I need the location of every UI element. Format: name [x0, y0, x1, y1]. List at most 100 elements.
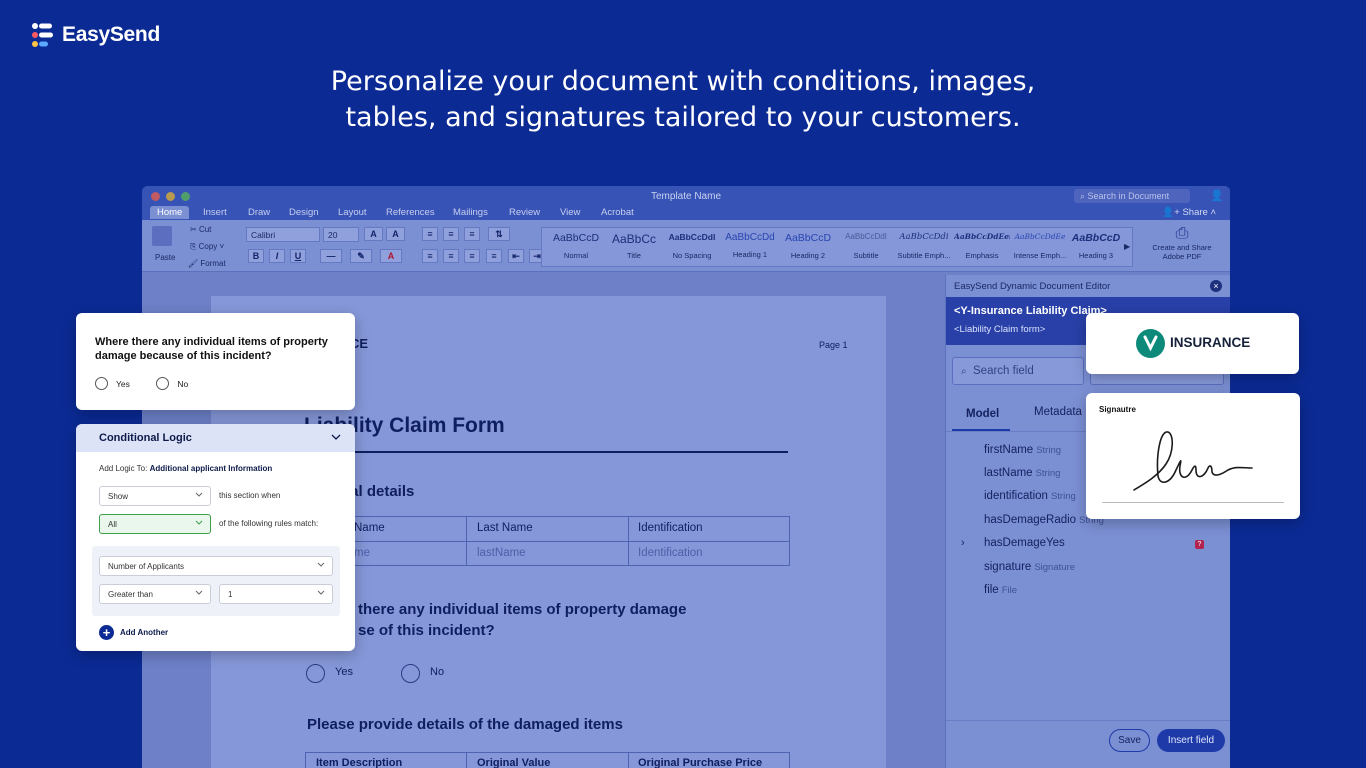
create-pdf-button[interactable]: ⎙ Create and Share Adobe PDF — [1147, 225, 1217, 261]
save-button[interactable]: Save — [1109, 729, 1150, 752]
tab-review[interactable]: Review — [509, 207, 540, 218]
table-cell-last-name[interactable]: lastName — [477, 547, 526, 559]
copy-label: Copy — [198, 242, 218, 251]
font-size-select[interactable]: 20 — [323, 227, 359, 242]
underline-button[interactable]: U — [290, 249, 306, 263]
doc-radio-yes-label: Yes — [335, 666, 353, 678]
radio-no[interactable]: No — [156, 377, 188, 390]
match-select[interactable]: All — [99, 514, 211, 534]
clipboard-icon[interactable] — [152, 226, 172, 246]
justify-button[interactable]: ≡ — [486, 249, 502, 263]
indent-decrease-button[interactable]: ⇤ — [508, 249, 524, 263]
style-heading-1[interactable]: AaBbCcDd Heading 1 — [722, 232, 778, 259]
style-name: Subtitle — [853, 251, 879, 260]
field-file[interactable]: file File — [984, 584, 1017, 596]
search-field-input[interactable]: ⌕ Search field — [952, 357, 1084, 385]
style-subtitle[interactable]: AaBbCcDdI Subtitle — [838, 232, 894, 260]
font-family-select[interactable]: Calibri — [246, 227, 320, 242]
font-color-button[interactable]: A — [380, 249, 402, 263]
align-center-button[interactable]: ≡ — [443, 249, 459, 263]
document-search-placeholder: Search in Document — [1087, 191, 1170, 201]
tab-mailings[interactable]: Mailings — [453, 207, 488, 218]
style-name: Title — [627, 251, 641, 260]
rule-operator-select[interactable]: Greater than — [99, 584, 211, 604]
tab-design[interactable]: Design — [289, 207, 319, 218]
field-identification[interactable]: identification String — [984, 490, 1076, 502]
radio-no-circle[interactable] — [156, 377, 170, 390]
close-icon[interactable]: × — [1210, 280, 1222, 292]
field-last-name[interactable]: lastName String — [984, 467, 1060, 479]
style-title[interactable]: AaBbCc Title — [606, 232, 662, 260]
chevron-right-icon[interactable]: › — [961, 537, 965, 549]
tab-home[interactable]: Home — [150, 206, 190, 219]
style-no-spacing[interactable]: AaBbCcDdI No Spacing — [664, 232, 720, 260]
tab-references[interactable]: References — [386, 207, 435, 218]
numbering-button[interactable]: ≡ — [443, 227, 459, 241]
field-has-demage-yes[interactable]: hasDemageYes — [984, 537, 1065, 549]
rule-field-select[interactable]: Number of Applicants — [99, 556, 333, 576]
copy-button[interactable]: ⎘ Copy ˅ — [190, 242, 224, 252]
add-another-button[interactable]: + Add Another — [99, 625, 168, 640]
table-header-name: Name — [354, 522, 385, 534]
field-name: lastName — [984, 467, 1033, 479]
radio-no-label: No — [177, 378, 189, 389]
style-name: Intense Emph... — [1013, 251, 1067, 260]
tab-draw[interactable]: Draw — [248, 207, 270, 218]
easysend-logo-icon — [32, 23, 53, 47]
style-heading-3[interactable]: AaBbCcD Heading 3 — [1068, 232, 1124, 260]
format-label: Format — [200, 259, 226, 268]
conditional-logic-card: Conditional Logic Add Logic To: Addition… — [76, 424, 355, 651]
tab-insert[interactable]: Insert — [203, 207, 227, 218]
bold-button[interactable]: B — [248, 249, 264, 263]
field-signature[interactable]: signature Signature — [984, 561, 1075, 573]
style-emphasis[interactable]: AaBbCcDdEei Emphasis — [954, 232, 1010, 260]
bullets-button[interactable]: ≡ — [422, 227, 438, 241]
multilevel-button[interactable]: ≡ — [464, 227, 480, 241]
rule-value-select[interactable]: 1 — [219, 584, 333, 604]
document-search-input[interactable]: ⌕ Search in Document — [1074, 189, 1190, 203]
tab-view[interactable]: View — [560, 207, 580, 218]
style-sample: AaBbCcD — [1071, 232, 1121, 244]
styles-more-icon[interactable]: ▶ — [1124, 242, 1130, 251]
damaged-items-table: Item Description Original Value Original… — [305, 752, 790, 768]
table-cell-identification[interactable]: Identification — [638, 547, 703, 559]
cut-button[interactable]: ✂ Cut — [190, 225, 211, 234]
radio-yes[interactable]: Yes — [95, 377, 130, 390]
tab-layout[interactable]: Layout — [338, 207, 367, 218]
style-intense-emphasis[interactable]: AaBbCcDdEe Intense Emph... — [1012, 232, 1068, 260]
ribbon-home: Paste ✂ Cut ⎘ Copy ˅ 🖌 Format Calibri 20… — [142, 220, 1230, 272]
tab-metadata[interactable]: Metadata — [1034, 406, 1082, 418]
style-subtitle-emphasis[interactable]: AaBbCcDdi Subtitle Emph... — [896, 232, 952, 260]
chevron-down-icon[interactable] — [331, 432, 341, 442]
shrink-font-button[interactable]: A — [386, 227, 405, 241]
format-painter-button[interactable]: 🖌 Format — [188, 259, 226, 268]
align-left-button[interactable]: ≡ — [422, 249, 438, 263]
user-icon[interactable]: 👤 — [1210, 189, 1224, 203]
table-cell-name[interactable]: me — [354, 547, 370, 559]
conditional-logic-header[interactable]: Conditional Logic — [76, 424, 355, 452]
align-right-button[interactable]: ≡ — [464, 249, 480, 263]
doc-radio-no[interactable] — [401, 664, 420, 683]
insert-field-button[interactable]: Insert field — [1157, 729, 1225, 752]
action-select[interactable]: Show — [99, 486, 211, 506]
paste-button[interactable]: Paste — [155, 253, 175, 262]
action-select-value: Show — [108, 492, 129, 501]
style-heading-2[interactable]: AaBbCcD Heading 2 — [780, 232, 836, 260]
signature-drawing[interactable] — [1130, 426, 1258, 496]
tab-model[interactable]: Model — [966, 408, 999, 420]
style-normal[interactable]: AaBbCcD Normal — [548, 232, 604, 260]
radio-yes-circle[interactable] — [95, 377, 108, 390]
highlight-button[interactable]: ✎ — [350, 249, 372, 263]
headline-line-1: Personalize your document with condition… — [330, 66, 1036, 97]
share-button[interactable]: 👤+ Share ˄ — [1162, 207, 1216, 218]
sort-button[interactable]: ⇅ — [488, 227, 510, 241]
tab-acrobat[interactable]: Acrobat — [601, 207, 634, 218]
border-button[interactable]: — — [320, 249, 342, 263]
doc-radio-yes[interactable] — [306, 664, 325, 683]
grow-font-button[interactable]: A — [364, 227, 383, 241]
italic-button[interactable]: I — [269, 249, 285, 263]
field-name: signature — [984, 561, 1032, 573]
ribbon-tabs: Home Insert Draw Design Layout Reference… — [142, 206, 1230, 220]
field-first-name[interactable]: firstName String — [984, 444, 1061, 456]
field-name: file — [984, 584, 999, 596]
